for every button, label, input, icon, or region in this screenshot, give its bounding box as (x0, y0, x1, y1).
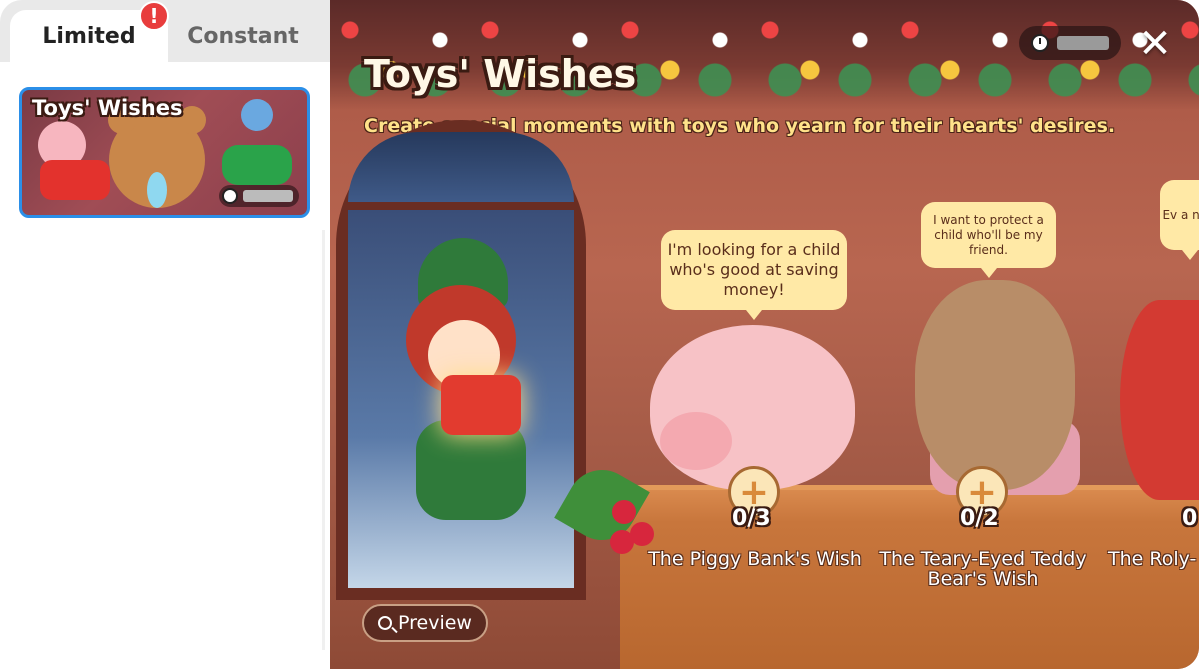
window-top-pane (348, 132, 574, 202)
roly-poly-toy[interactable] (1120, 300, 1199, 500)
event-timer (1019, 26, 1121, 60)
event-card-timer (219, 185, 299, 207)
clock-icon (222, 188, 238, 204)
progress-rolypoly: 0 (1182, 506, 1198, 531)
preview-label: Preview (398, 612, 472, 634)
holly-berry (612, 500, 636, 524)
wish-name-rolypoly: The Roly- (1108, 548, 1197, 570)
speech-bubble-bear: I want to protect a child who'll be my f… (921, 202, 1056, 278)
speech-bubble-piggy: I'm looking for a child who's good at sa… (661, 230, 847, 320)
preview-button[interactable]: Preview (362, 604, 488, 642)
alert-badge-icon: ! (139, 1, 169, 31)
clock-icon (1031, 34, 1049, 52)
scrollbar[interactable] (322, 230, 325, 650)
tab-constant[interactable]: Constant (168, 10, 318, 62)
speech-bubble-rolypoly: Ev a n ca (1160, 180, 1199, 260)
event-scene: Toys' Wishes Create special moments with… (330, 0, 1199, 669)
piggy-snout (660, 412, 732, 470)
event-card-title: Toys' Wishes (32, 96, 183, 120)
close-button[interactable]: ✕ (1135, 24, 1175, 64)
progress-bear: 0/2 (960, 506, 999, 531)
wish-name-piggy: The Piggy Bank's Wish (648, 548, 862, 570)
event-list-panel: Limited Constant ! Toys' Wishes (0, 0, 330, 669)
progress-piggy: 0/3 (732, 506, 771, 531)
holly-berry (610, 530, 634, 554)
search-icon (378, 616, 393, 630)
page-title: Toys' Wishes (364, 52, 637, 96)
toy-car-glowing (441, 375, 521, 435)
wish-name-bear: The Teary-Eyed Teddy Bear's Wish (879, 548, 1087, 590)
teddy-bear-toy[interactable] (915, 280, 1075, 490)
elf-body (416, 420, 526, 520)
event-window: Limited Constant ! Toys' Wishes Toys' Wi… (0, 0, 1199, 669)
window-illustration (336, 120, 586, 600)
redacted-time (243, 190, 293, 202)
redacted-time (1057, 36, 1109, 50)
event-card-toys-wishes[interactable]: Toys' Wishes (19, 87, 310, 218)
